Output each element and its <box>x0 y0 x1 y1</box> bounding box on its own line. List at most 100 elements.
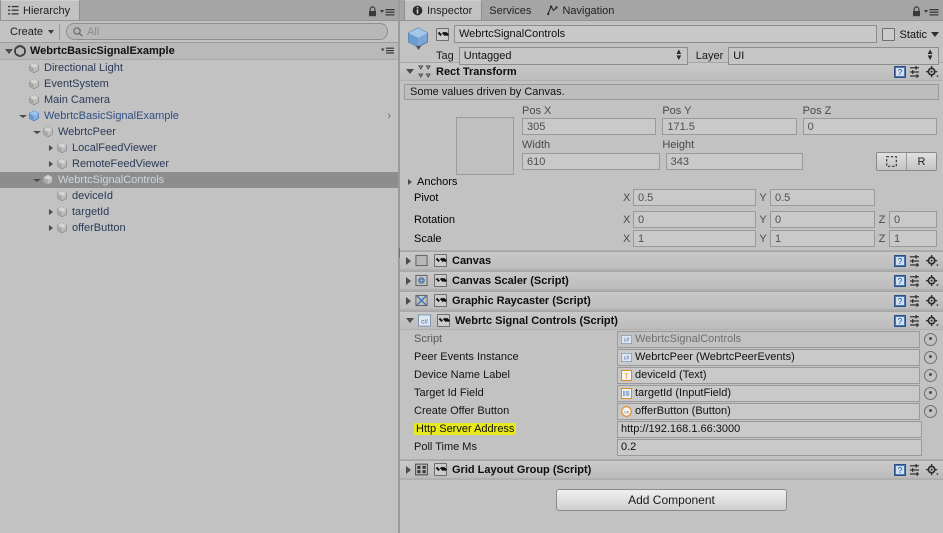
rotation-y-field[interactable]: 0 <box>770 211 875 228</box>
object-picker-button[interactable] <box>924 386 937 400</box>
gameobject-enabled-checkbox[interactable] <box>436 27 449 41</box>
tab-hierarchy[interactable]: Hierarchy <box>0 0 81 20</box>
raw-edit-button[interactable]: R <box>907 153 937 170</box>
search-input[interactable]: All <box>66 23 388 40</box>
panel-menu-icon[interactable] <box>380 7 395 17</box>
preset-icon[interactable] <box>910 463 922 476</box>
webrtc-signal-controls-header[interactable]: c# Webrtc Signal Controls (Script) ? <box>400 312 943 330</box>
tab-inspector[interactable]: Inspector <box>404 0 483 20</box>
object-picker-button[interactable] <box>924 350 937 364</box>
panel-menu-icon[interactable] <box>924 7 939 17</box>
hierarchy-item-localfeedviewer[interactable]: LocalFeedViewer <box>0 140 399 156</box>
gear-icon[interactable] <box>926 294 939 307</box>
help-book-icon[interactable]: ? <box>894 274 906 287</box>
webrtc-signal-controls-enabled-checkbox[interactable] <box>437 314 450 327</box>
preset-icon[interactable] <box>910 254 922 267</box>
graphic-raycaster-header[interactable]: Graphic Raycaster (Script)? <box>400 292 943 310</box>
gear-icon[interactable] <box>926 274 939 287</box>
lock-icon[interactable] <box>912 6 921 17</box>
grid-layout-group-enabled-checkbox[interactable] <box>434 463 447 476</box>
hierarchy-item-deviceid[interactable]: deviceId <box>0 188 399 204</box>
object-reference-field[interactable]: TdeviceId (Text) <box>617 366 920 384</box>
chevron-down-icon[interactable] <box>931 32 939 37</box>
scale-z-field[interactable]: 1 <box>889 230 937 247</box>
preset-icon[interactable] <box>910 314 922 327</box>
canvas-enabled-checkbox[interactable] <box>434 254 447 267</box>
pos-x-field[interactable]: 305 <box>522 118 657 135</box>
object-picker-button[interactable] <box>924 332 937 346</box>
tag-dropdown[interactable]: Untagged ▲ ▼ <box>458 47 688 65</box>
expander-toggle[interactable] <box>31 178 42 182</box>
text-input-field[interactable]: http://192.168.1.66:3000 <box>617 420 922 438</box>
help-book-icon[interactable]: ? <box>894 294 906 307</box>
rect-transform-expander[interactable] <box>406 69 414 74</box>
gameobject-name-field[interactable]: WebrtcSignalControls <box>454 25 878 43</box>
gear-icon[interactable] <box>926 65 939 78</box>
graphic-raycaster-expander[interactable] <box>406 296 411 305</box>
expander-toggle[interactable] <box>45 161 56 167</box>
expander-toggle[interactable] <box>45 209 56 215</box>
graphic-raycaster-enabled-checkbox[interactable] <box>434 294 447 307</box>
width-field[interactable]: 610 <box>522 153 660 170</box>
pivot-x-field[interactable]: 0.5 <box>633 189 756 206</box>
scene-menu-icon[interactable] <box>381 46 394 55</box>
scene-root-row[interactable]: WebrtcBasicSignalExample <box>0 43 399 60</box>
object-picker-button[interactable] <box>924 368 937 382</box>
anchors-expander[interactable] <box>408 179 412 185</box>
hierarchy-item-eventsystem[interactable]: EventSystem <box>0 76 399 92</box>
help-book-icon[interactable]: ? <box>894 463 906 476</box>
anchor-preset-widget[interactable] <box>456 117 514 175</box>
object-reference-field[interactable]: c# WebrtcSignalControls <box>617 330 920 348</box>
canvas-expander[interactable] <box>406 256 411 265</box>
hierarchy-item-webrtcbasicsignalexample[interactable]: WebrtcBasicSignalExample › <box>0 108 399 124</box>
gear-icon[interactable] <box>926 463 939 476</box>
preset-icon[interactable] <box>910 65 922 78</box>
hierarchy-item-webrtcpeer[interactable]: WebrtcPeer <box>0 124 399 140</box>
hierarchy-item-directional-light[interactable]: Directional Light <box>0 60 399 76</box>
create-button[interactable]: Create <box>3 23 61 40</box>
preset-icon[interactable] <box>910 294 922 307</box>
canvas-scaler-expander[interactable] <box>406 276 411 285</box>
object-picker-button[interactable] <box>924 404 937 418</box>
scene-expander[interactable] <box>3 48 14 54</box>
help-book-icon[interactable]: ? <box>894 314 906 327</box>
canvas-scaler-enabled-checkbox[interactable] <box>434 274 447 287</box>
webrtc-signal-controls-expander[interactable] <box>406 318 414 323</box>
hierarchy-item-main-camera[interactable]: Main Camera <box>0 92 399 108</box>
canvas-scaler-header[interactable]: Canvas Scaler (Script)? <box>400 272 943 290</box>
add-component-button[interactable]: Add Component <box>556 489 787 511</box>
canvas-header[interactable]: Canvas? <box>400 252 943 270</box>
layer-dropdown[interactable]: UI ▲ ▼ <box>728 47 939 65</box>
pos-z-field[interactable]: 0 <box>802 118 937 135</box>
object-reference-field[interactable]: OK offerButton (Button) <box>617 402 920 420</box>
expander-toggle[interactable] <box>45 145 56 151</box>
grid-layout-group-expander[interactable] <box>406 465 411 474</box>
expander-toggle[interactable] <box>31 130 42 134</box>
text-input-field[interactable]: 0.2 <box>617 438 922 456</box>
scale-y-field[interactable]: 1 <box>770 230 875 247</box>
lock-icon[interactable] <box>368 6 377 17</box>
blueprint-mode-button[interactable] <box>877 153 908 170</box>
help-book-icon[interactable]: ? <box>894 65 906 78</box>
hierarchy-item-offerbutton[interactable]: offerButton <box>0 220 399 236</box>
object-reference-field[interactable]: targetId (InputField) <box>617 384 920 402</box>
height-field[interactable]: 343 <box>665 153 804 170</box>
rotation-z-field[interactable]: 0 <box>889 211 937 228</box>
help-book-icon[interactable]: ? <box>894 254 906 267</box>
pivot-y-field[interactable]: 0.5 <box>770 189 875 206</box>
expander-toggle[interactable] <box>17 114 28 118</box>
preset-icon[interactable] <box>910 274 922 287</box>
object-reference-field[interactable]: c# WebrtcPeer (WebrtcPeerEvents) <box>617 348 920 366</box>
hierarchy-item-webrtcsignalcontrols[interactable]: WebrtcSignalControls <box>0 172 399 188</box>
pos-y-field[interactable]: 171.5 <box>662 118 797 135</box>
tab-services[interactable]: Services <box>482 1 540 20</box>
static-toggle[interactable]: Static <box>882 27 939 41</box>
scale-x-field[interactable]: 1 <box>633 230 756 247</box>
rect-transform-header[interactable]: Rect Transform ? <box>400 63 943 81</box>
hierarchy-item-remotefeedviewer[interactable]: RemoteFeedViewer <box>0 156 399 172</box>
gear-icon[interactable] <box>926 314 939 327</box>
hierarchy-item-targetid[interactable]: targetId <box>0 204 399 220</box>
grid-layout-group-header[interactable]: Grid Layout Group (Script)? <box>400 461 943 479</box>
tab-navigation[interactable]: Navigation <box>540 1 623 20</box>
gear-icon[interactable] <box>926 254 939 267</box>
